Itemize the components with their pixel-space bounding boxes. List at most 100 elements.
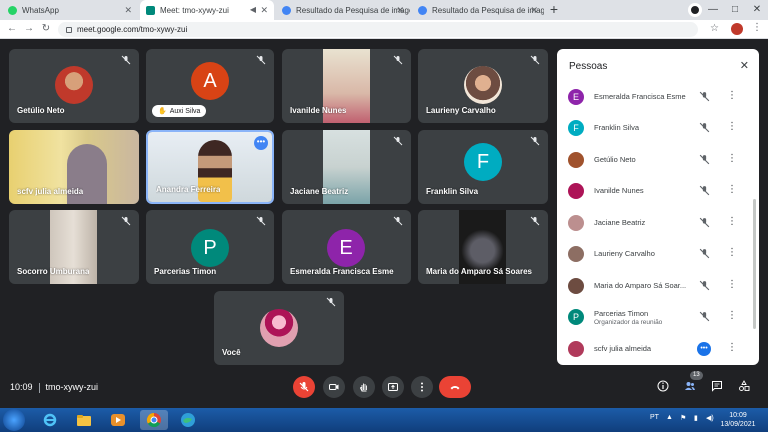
participant-tile[interactable]: Getúlio Neto [9, 49, 139, 123]
close-icon[interactable]: ✕ [740, 59, 749, 72]
participant-tile[interactable]: Socorro Umburana [9, 210, 139, 284]
close-tab-icon[interactable]: ✕ [530, 5, 538, 15]
mic-off-icon [256, 216, 266, 226]
close-tab-icon[interactable]: ✕ [124, 5, 132, 15]
maximize-button[interactable]: □ [724, 0, 746, 20]
account-avatar[interactable] [731, 23, 743, 35]
hangup-icon [450, 386, 460, 390]
close-tab-icon[interactable]: ✕ [260, 5, 268, 15]
bookmark-star-icon[interactable]: ☆ [710, 23, 719, 34]
mic-off-icon [393, 216, 403, 226]
meeting-info-button[interactable] [655, 378, 671, 394]
person-more-icon[interactable]: ⋮ [727, 309, 737, 323]
mic-toggle-button[interactable] [293, 376, 315, 398]
participant-tile[interactable]: Jaciane Beatriz [282, 130, 411, 204]
chrome-taskbar-icon[interactable] [140, 410, 168, 430]
people-list-item[interactable]: Maria do Amparo Sá Soar... ⋮ [557, 270, 759, 301]
people-list-item[interactable]: P Parcerias Timon Organizador da reunião… [557, 301, 759, 332]
people-list-item[interactable]: Ivanilde Nunes ⋮ [557, 175, 759, 206]
mic-off-icon[interactable] [699, 311, 710, 322]
mic-off-icon [393, 136, 403, 146]
ie-logo [43, 413, 57, 427]
close-tab-icon[interactable]: ✕ [396, 5, 404, 15]
forward-icon[interactable]: → [22, 22, 36, 36]
more-options-icon[interactable]: ••• [254, 136, 268, 150]
camera-toggle-button[interactable] [323, 376, 345, 398]
panel-scrollbar[interactable] [753, 199, 756, 329]
leave-call-button[interactable] [439, 376, 471, 398]
edge-taskbar-icon[interactable] [174, 410, 202, 430]
mic-off-icon[interactable] [699, 217, 710, 228]
person-more-icon[interactable]: ⋮ [727, 215, 737, 229]
people-list-item[interactable]: Jaciane Beatriz ⋮ [557, 207, 759, 238]
lock-icon[interactable] [66, 26, 72, 33]
media-player-icon[interactable] [104, 410, 132, 430]
mic-off-icon[interactable] [699, 280, 710, 291]
person-more-icon[interactable]: ⋮ [727, 120, 737, 134]
mic-off-icon[interactable] [699, 122, 710, 133]
mic-off-icon[interactable] [699, 91, 710, 102]
participant-tile[interactable]: E Esmeralda Francisca Esme [282, 210, 411, 284]
speaking-indicator-icon: ••• [697, 342, 711, 356]
tab-whatsapp[interactable]: WhatsApp ✕ [2, 0, 138, 20]
address-bar[interactable]: meet.google.com/tmo-xywy-zui [58, 22, 698, 37]
tray-arrow-icon[interactable]: ▲ [666, 414, 673, 421]
person-more-icon[interactable]: ⋮ [727, 89, 737, 103]
mic-off-icon[interactable] [699, 248, 710, 259]
back-icon[interactable]: ← [5, 22, 19, 36]
person-more-icon[interactable]: ⋮ [727, 341, 737, 355]
raise-hand-button[interactable] [353, 376, 375, 398]
people-list-item[interactable]: Getúlio Neto ⋮ [557, 144, 759, 175]
participant-tile[interactable]: Laurieny Carvalho [418, 49, 548, 123]
person-more-icon[interactable]: ⋮ [727, 183, 737, 197]
panel-title: Pessoas [569, 61, 608, 72]
profile-icon[interactable] [688, 3, 702, 17]
self-tile[interactable]: Você [214, 291, 344, 365]
people-list-item[interactable]: scfv julia almeida ••• ⋮ [557, 333, 759, 364]
participant-tile[interactable]: Maria do Amparo Sá Soares [418, 210, 548, 284]
windows-taskbar: PT ▲ ⚑ ▮ ◀) 10:09 13/09/2021 [0, 408, 768, 432]
new-tab-button[interactable]: + [546, 2, 562, 18]
participant-tile[interactable]: P Parcerias Timon [146, 210, 274, 284]
browser-menu-icon[interactable]: ⋮ [752, 22, 762, 33]
person-more-icon[interactable]: ⋮ [727, 278, 737, 292]
participants-count-badge: 13 [690, 371, 703, 380]
participant-tile-active-speaker[interactable]: ••• Anandra Ferreira [146, 130, 274, 204]
language-indicator[interactable]: PT [650, 414, 659, 421]
minimize-button[interactable]: — [702, 0, 724, 20]
file-explorer-icon[interactable] [70, 410, 98, 430]
activities-button[interactable] [736, 378, 752, 394]
tab-search-1[interactable]: Resultado da Pesquisa de image ✕ [276, 0, 410, 20]
network-icon[interactable]: ▮ [694, 414, 698, 422]
tab-title: WhatsApp [22, 5, 59, 15]
mic-off-icon[interactable] [699, 154, 710, 165]
participant-name: Getúlio Neto [17, 106, 65, 115]
people-list-item[interactable]: E Esmeralda Francisca Esme ⋮ [557, 81, 759, 112]
tab-search-2[interactable]: Resultado da Pesquisa de image ✕ [412, 0, 544, 20]
mic-off-icon[interactable] [699, 185, 710, 196]
participant-name: Esmeralda Francisca Esme [290, 267, 394, 276]
speaker-icon[interactable]: ◀ [250, 5, 256, 15]
participant-avatar: P [191, 229, 229, 267]
tab-meet[interactable]: Meet: tmo-xywy-zui ◀ ✕ [140, 0, 274, 20]
person-more-icon[interactable]: ⋮ [727, 152, 737, 166]
flag-icon[interactable]: ⚑ [680, 414, 686, 422]
close-window-button[interactable]: ✕ [746, 0, 768, 20]
system-clock[interactable]: 10:09 13/09/2021 [718, 411, 758, 429]
more-options-button[interactable] [411, 376, 433, 398]
present-screen-button[interactable] [382, 376, 404, 398]
people-list-item[interactable]: Laurieny Carvalho ⋮ [557, 238, 759, 269]
participant-tile[interactable]: F Franklin Silva [418, 130, 548, 204]
person-more-icon[interactable]: ⋮ [727, 246, 737, 260]
participant-tile[interactable]: scfv julia almeida [9, 130, 139, 204]
people-list-item[interactable]: F Franklin Silva ⋮ [557, 112, 759, 143]
start-button[interactable] [3, 409, 25, 431]
internet-explorer-icon[interactable] [36, 410, 64, 430]
participant-tile[interactable]: Ivanilde Nunes [282, 49, 411, 123]
people-button[interactable] [682, 378, 698, 394]
participant-tile[interactable]: A ✋ Auxi Silva [146, 49, 274, 123]
chat-button[interactable] [709, 378, 725, 394]
activities-icon [739, 380, 750, 391]
reload-icon[interactable]: ↻ [39, 22, 53, 36]
volume-icon[interactable]: ◀) [706, 414, 714, 422]
